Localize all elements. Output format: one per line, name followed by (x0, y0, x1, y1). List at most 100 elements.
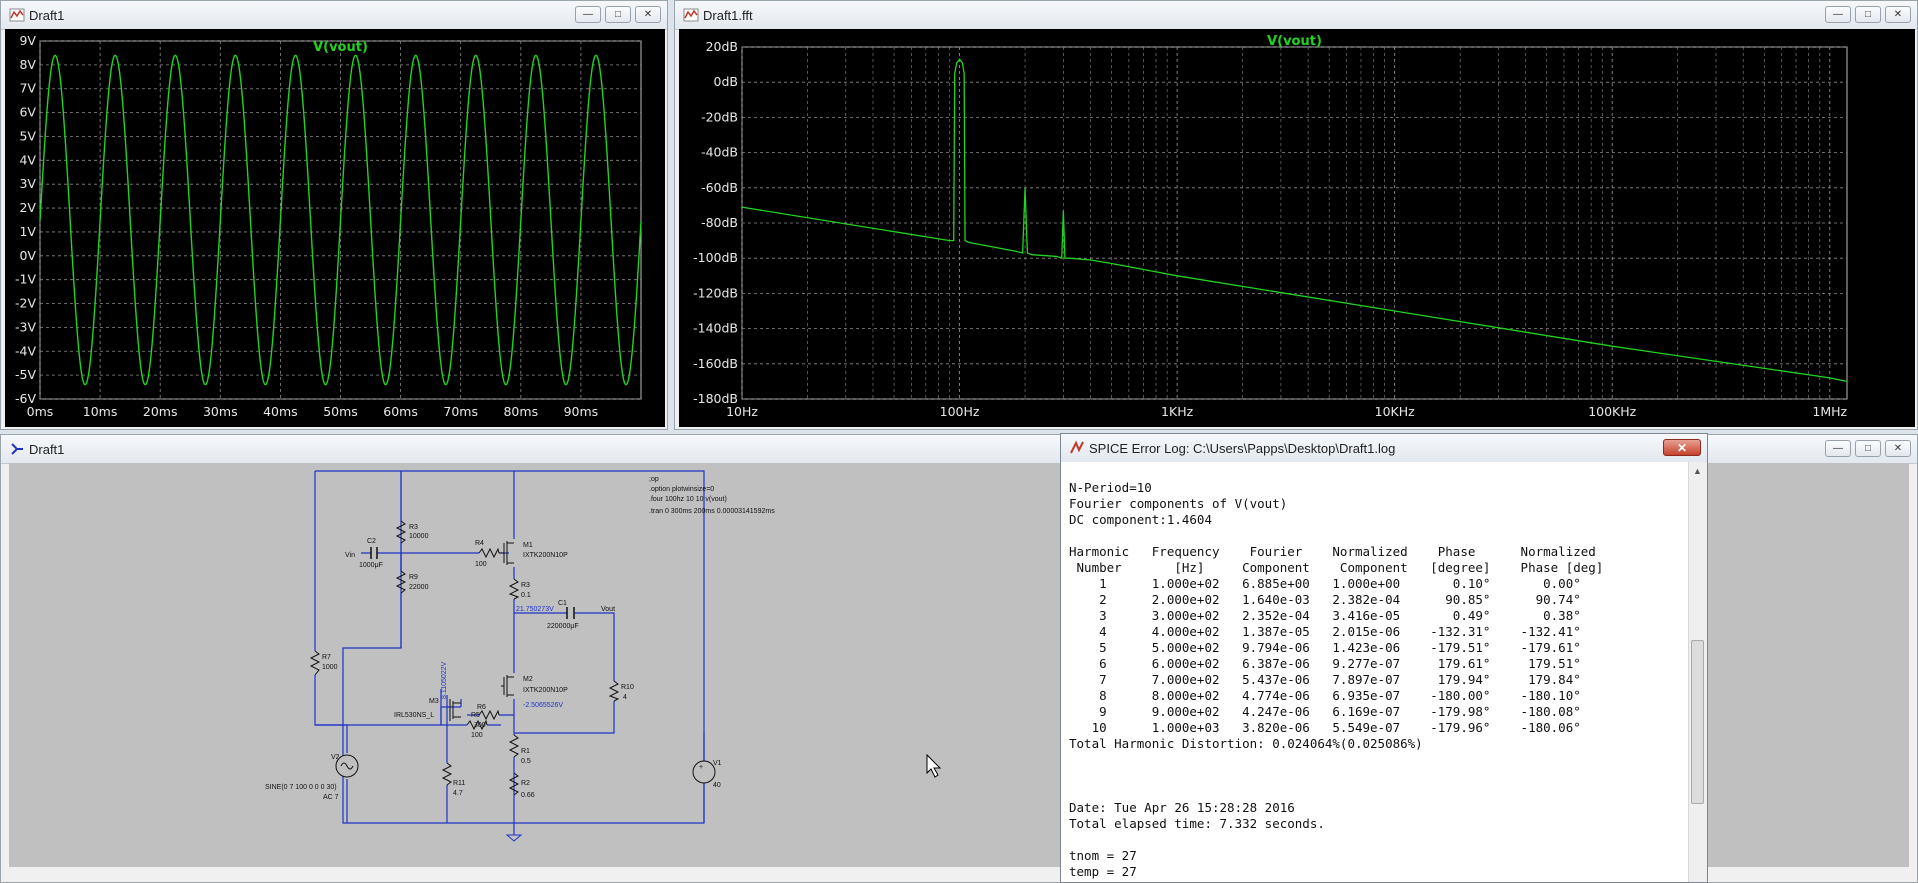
log-line[interactable]: tnom = 27 (1069, 848, 1603, 864)
fft-plot[interactable]: 20dB 0dB -20dB -40dB -60dB -80dB -100dB -120dB -… (679, 29, 1915, 427)
node-voltage[interactable]: -2.5065526V (523, 702, 563, 709)
log-line[interactable]: 10 1.000e+03 3.820e-06 5.549e-07 -179.96… (1069, 720, 1603, 736)
log-line[interactable] (1069, 752, 1603, 768)
transient-plot[interactable]: 9V 8V 7V 6V 5V 4V 3V 2V 1V 0V -1V -2V -3V -4V -5V -6V 0m… (5, 29, 665, 427)
component-value[interactable]: 10000 (409, 533, 429, 540)
log-line[interactable]: DC component:1.4604 (1069, 512, 1603, 528)
scroll-up-arrow-icon[interactable]: ▲ (1693, 466, 1702, 476)
component-ref[interactable]: C2 (367, 538, 376, 545)
component-ref[interactable]: M2 (523, 676, 533, 683)
log-line[interactable]: Total elapsed time: 7.332 seconds. (1069, 816, 1603, 832)
log-line[interactable]: Fourier components of V(vout) (1069, 496, 1603, 512)
spice-directive[interactable]: .four 100hz 10 10 v(vout) (649, 496, 727, 503)
net-label[interactable]: Vin (345, 552, 355, 559)
log-line[interactable] (1069, 784, 1603, 800)
log-line[interactable]: 5 5.000e+02 9.794e-06 1.423e-06 -179.51°… (1069, 640, 1603, 656)
component-value[interactable]: IXTK200N10P (523, 687, 568, 694)
component-value[interactable]: 40 (713, 782, 721, 789)
log-line[interactable]: 4 4.000e+02 1.387e-05 2.015e-06 -132.31°… (1069, 624, 1603, 640)
spice-directive[interactable]: ;op (649, 476, 659, 483)
spice-log-window[interactable]: SPICE Error Log: C:\Users\Papps\Desktop\… (1060, 433, 1708, 883)
component-ref[interactable]: R5 (471, 712, 480, 719)
component-value[interactable]: IXTK200N10P (523, 552, 568, 559)
component-value[interactable]: 4 (623, 694, 627, 701)
component-ref[interactable]: R6 (477, 704, 486, 711)
component-ref[interactable]: R4 (475, 540, 484, 547)
close-button[interactable]: ✕ (1885, 6, 1911, 23)
component-ref[interactable]: C1 (558, 600, 567, 607)
close-button[interactable]: ✕ (1663, 439, 1701, 456)
component-value[interactable]: 0.5 (521, 758, 531, 765)
close-button[interactable]: ✕ (1885, 440, 1911, 457)
component-value[interactable]: 100 (471, 732, 483, 739)
maximize-button[interactable]: □ (1855, 440, 1881, 457)
y-tick-label: 0dB (714, 74, 738, 89)
log-text[interactable]: N-Period=10 Fourier components of V(vout)… (1069, 480, 1603, 880)
component-value[interactable]: AC 7 (323, 794, 339, 801)
component-ref[interactable]: R2 (521, 780, 530, 787)
log-line[interactable]: 3 3.000e+02 2.352e-04 3.416e-05 0.49° 0.… (1069, 608, 1603, 624)
component-ref[interactable]: R9 (409, 574, 418, 581)
minimize-button[interactable]: — (575, 6, 601, 23)
schematic-icon (11, 443, 23, 455)
trace-label[interactable]: V(vout) (1267, 34, 1322, 49)
log-line[interactable]: 7 7.000e+02 5.437e-06 7.897e-07 179.94° … (1069, 672, 1603, 688)
log-line[interactable] (1069, 832, 1603, 848)
log-line[interactable]: 8 8.000e+02 4.774e-06 6.935e-07 -180.00°… (1069, 688, 1603, 704)
node-voltage[interactable]: 8.1105022V (441, 661, 448, 699)
log-line[interactable] (1069, 528, 1603, 544)
maximize-button[interactable]: □ (605, 6, 631, 23)
component-ref[interactable]: M1 (523, 542, 533, 549)
component-value[interactable]: 220000μF (547, 623, 579, 630)
scrollbar-thumb[interactable] (1691, 640, 1704, 804)
log-line[interactable]: temp = 27 (1069, 864, 1603, 880)
y-tick-label: -120dB (693, 285, 738, 300)
component-ref[interactable]: M3 (429, 698, 439, 705)
log-content[interactable]: N-Period=10 Fourier components of V(vout)… (1061, 462, 1707, 882)
component-value[interactable]: SINE(0 7 100 0 0 0 30) (265, 784, 337, 791)
vertical-scrollbar[interactable]: ▲ (1688, 462, 1707, 882)
minimize-button[interactable]: — (1825, 440, 1851, 457)
component-value[interactable]: 22000 (409, 584, 429, 591)
log-line[interactable]: N-Period=10 (1069, 480, 1603, 496)
transient-window[interactable]: Draft1 — □ ✕ 9V 8V 7V 6V 5V 4V 3V 2V 1V 0V -1V -2V -… (0, 0, 668, 430)
transient-titlebar[interactable]: Draft1 — □ ✕ (1, 1, 667, 30)
component-value[interactable]: 0.1 (521, 592, 531, 599)
component-value[interactable]: 0.66 (521, 792, 535, 799)
component-ref[interactable]: R11 (453, 780, 465, 787)
trace-label[interactable]: V(vout) (313, 40, 368, 55)
component-ref[interactable]: R3 (409, 524, 418, 531)
log-line[interactable]: Number [Hz] Component Component [degree]… (1069, 560, 1604, 576)
y-tick-label: 1V (19, 224, 36, 239)
log-titlebar[interactable]: SPICE Error Log: C:\Users\Papps\Desktop\… (1061, 434, 1707, 463)
component-value[interactable]: IRL530NS_L (394, 712, 434, 719)
log-line[interactable] (1069, 768, 1603, 784)
component-ref[interactable]: R7 (322, 654, 331, 661)
spice-directive[interactable]: .option plotwinsize=0 (649, 486, 714, 493)
component-value[interactable]: 4.7 (453, 790, 463, 797)
net-label[interactable]: Vout (601, 606, 615, 613)
log-line[interactable]: Date: Tue Apr 26 15:28:28 2016 (1069, 800, 1603, 816)
component-value[interactable]: 300 (474, 722, 486, 729)
minimize-button[interactable]: — (1825, 6, 1851, 23)
component-ref[interactable]: R1 (521, 748, 530, 755)
log-line[interactable]: 6 6.000e+02 6.387e-06 9.277e-07 179.61° … (1069, 656, 1603, 672)
component-ref[interactable]: V2 (331, 754, 340, 761)
spice-directive[interactable]: .tran 0 300ms 200ms 0.00003141592ms (649, 508, 775, 515)
log-line[interactable]: 9 9.000e+02 4.247e-06 6.169e-07 -179.98°… (1069, 704, 1603, 720)
component-ref[interactable]: R3 (521, 582, 530, 589)
maximize-button[interactable]: □ (1855, 6, 1881, 23)
fft-window[interactable]: Draft1.fft — □ ✕ 20dB 0dB -20dB -40dB -60dB -… (674, 0, 1918, 430)
log-line[interactable]: 1 1.000e+02 6.885e+00 1.000e+00 0.10° 0.… (1069, 576, 1603, 592)
log-line[interactable]: Total Harmonic Distortion: 0.024064%(0.0… (1069, 736, 1603, 752)
fft-titlebar[interactable]: Draft1.fft — □ ✕ (675, 1, 1917, 30)
component-ref[interactable]: V1 (713, 760, 722, 767)
log-line[interactable]: Harmonic Frequency Fourier Normalized Ph… (1069, 544, 1603, 560)
component-ref[interactable]: R10 (621, 684, 634, 691)
component-value[interactable]: 100 (475, 561, 487, 568)
close-button[interactable]: ✕ (635, 6, 661, 23)
node-voltage[interactable]: 21.750273V (516, 606, 554, 613)
component-value[interactable]: 1000 (322, 664, 338, 671)
component-value[interactable]: 1000μF (359, 562, 383, 569)
log-line[interactable]: 2 2.000e+02 1.640e-03 2.382e-04 90.85° 9… (1069, 592, 1603, 608)
